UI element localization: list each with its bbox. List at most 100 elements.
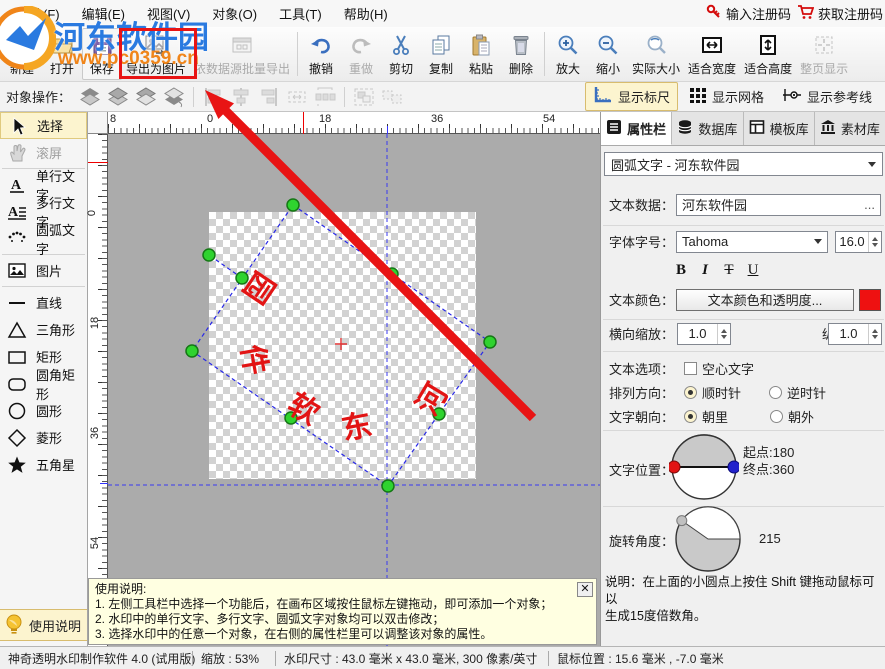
send-backward-icon[interactable] [133,85,159,109]
close-icon[interactable]: ✕ [577,582,593,597]
arc-text-char[interactable]: 件 [236,343,271,378]
triangle-icon [5,319,29,341]
object-selector-dropdown[interactable]: 圆弧文字 - 河东软件园 [604,152,883,176]
object-toolbar: 对象操作： 显示标尺 显示网格 显示参考线 [0,82,885,112]
menu-bar: 文件(F) 编辑(E) 视图(V) 对象(O) 工具(T) 帮助(H) 输入注册… [0,0,885,27]
more-button[interactable]: ... [864,197,875,212]
horizontal-ruler: 80183654 [108,112,600,134]
arc-text-char[interactable]: 软 [283,390,324,431]
counterclockwise-radio[interactable] [769,386,782,399]
bring-forward-icon[interactable] [105,85,131,109]
cut-scissors-icon [388,32,414,58]
text-color-button[interactable]: 文本颜色和透明度... [676,289,854,311]
save-button[interactable]: 保存 [82,28,122,80]
menu-object[interactable]: 对象(O) [203,1,266,26]
fit-width-button[interactable]: 适合宽度 [684,28,740,80]
image-icon [5,260,29,282]
bold-button[interactable]: B [669,260,693,280]
hollow-text-checkbox[interactable] [684,362,697,375]
underline-button[interactable]: U [741,260,765,280]
guide-x-marker [387,126,388,134]
tool-triangle[interactable]: 三角形 [0,316,87,343]
scale-h-spinner[interactable]: 1.0 [677,323,731,345]
instructions-title: 使用说明: [95,582,590,597]
tool-star[interactable]: 五角星 [0,451,87,478]
cut-button[interactable]: 剪切 [381,28,421,80]
export-image-button[interactable]: 导出为图片 [122,28,190,80]
clockwise-radio[interactable] [684,386,697,399]
undo-button[interactable]: 撤销 [301,28,341,80]
arc-text-char[interactable]: 河 [412,379,453,420]
database-icon [677,119,693,138]
rotation-dial[interactable] [673,504,743,574]
single-line-text-icon: A [5,174,29,196]
show-grid-button[interactable]: 显示网格 [682,84,771,109]
open-button[interactable]: 打开 [42,28,82,80]
bring-to-front-icon[interactable] [77,85,103,109]
start-angle-value: 起点:180 [743,444,794,461]
zoom-in-button[interactable]: 放大 [548,28,588,80]
actual-size-button[interactable]: 实际大小 [628,28,684,80]
delete-button[interactable]: 删除 [501,28,541,80]
fit-height-icon [755,32,781,58]
tab-materials[interactable]: 素材库 [815,112,885,145]
tool-line[interactable]: 直线 [0,289,87,316]
text-color-swatch[interactable] [859,289,881,311]
grid-icon [689,87,707,106]
canvas-viewport[interactable]: 河东软件园 [108,134,600,646]
fit-height-button[interactable]: 适合高度 [740,28,796,80]
font-size-spinner[interactable]: 16.0 [835,231,882,253]
zoom-out-button[interactable]: 缩小 [588,28,628,80]
text-position-dial[interactable] [669,432,739,502]
tab-database[interactable]: 数据库 [672,112,743,145]
start-angle-handle[interactable] [669,461,680,473]
main-toolbar: 新建 打开 保存 导出为图片 依数据源批量导出 撤销 重做 剪切 [0,27,885,82]
paste-button[interactable]: 粘贴 [461,28,501,80]
show-ruler-button[interactable]: 显示标尺 [585,82,678,111]
arc-text-char[interactable]: 东 [339,410,374,445]
text-data-input[interactable]: 河东软件园 ... [676,194,881,216]
tab-properties[interactable]: 属性栏 [601,112,672,145]
tab-templates[interactable]: 模板库 [744,112,815,145]
menu-edit[interactable]: 编辑(E) [73,1,134,26]
format-row: B I T U [669,260,885,280]
end-angle-value: 终点:360 [743,461,794,478]
usage-help-button[interactable]: 使用说明 [0,609,87,641]
show-guides-button[interactable]: 显示参考线 [775,84,879,109]
tool-image[interactable]: 图片 [0,257,87,284]
vertical-ruler: 0183654 [88,134,108,646]
tool-diamond[interactable]: 菱形 [0,424,87,451]
tool-select[interactable]: 选择 [0,112,87,139]
copy-button[interactable]: 复制 [421,28,461,80]
hand-icon [5,142,29,164]
spinner-arrows-icon[interactable] [868,232,881,252]
face-inward-radio[interactable] [684,410,697,423]
enter-register-code-button[interactable]: 输入注册码 [706,4,791,23]
same-width-icon [284,85,310,109]
zoom-out-icon [595,32,621,58]
new-button[interactable]: 新建 [2,28,42,80]
get-register-code-button[interactable]: 获取注册码 [797,4,883,23]
scale-v-spinner[interactable]: 1.0 [828,323,882,345]
face-outward-radio[interactable] [770,410,783,423]
guides-icon [782,87,802,106]
send-to-back-icon[interactable] [161,85,187,109]
menu-help[interactable]: 帮助(H) [335,1,397,26]
ruler-label: 18 [89,317,101,329]
tool-rounded-rectangle[interactable]: 圆角矩形 [0,370,87,397]
menu-file[interactable]: 文件(F) [8,1,69,26]
delete-trash-icon [508,32,534,58]
spinner-arrows-icon[interactable] [717,324,730,344]
arc-text-object[interactable]: 河东软件园 [108,134,600,646]
menu-view[interactable]: 视图(V) [138,1,199,26]
arc-text-char[interactable]: 园 [237,266,279,308]
strikethrough-button[interactable]: T [717,260,741,280]
spinner-arrows-icon[interactable] [868,324,881,344]
chevron-down-icon [868,162,876,167]
tool-arc-text[interactable]: 圆弧文字 [0,225,87,252]
italic-button[interactable]: I [693,260,717,280]
font-family-dropdown[interactable]: Tahoma [676,231,828,253]
rotation-dial-handle[interactable] [677,516,687,526]
menu-tools[interactable]: 工具(T) [270,1,331,26]
end-angle-handle[interactable] [728,461,739,473]
